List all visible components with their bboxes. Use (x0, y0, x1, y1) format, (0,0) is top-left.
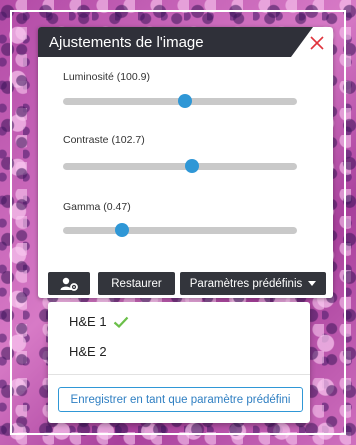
brightness-slider-thumb[interactable] (177, 94, 192, 108)
close-icon (310, 36, 324, 50)
presets-button-label: Paramètres prédéfinis (189, 277, 303, 290)
panel-header[interactable]: Ajustements de l'image (38, 27, 333, 57)
image-adjustments-panel: Ajustements de l'image Luminosité (100.9… (38, 27, 333, 298)
save-preset-label: Enregistrer en tant que paramètre prédéf… (70, 393, 291, 406)
gamma-slider-thumb[interactable] (114, 223, 129, 237)
close-button[interactable] (305, 31, 329, 55)
contrast-slider-thumb[interactable] (184, 159, 199, 173)
brightness-slider[interactable] (63, 94, 297, 108)
preset-item-label: H&E 1 (69, 314, 107, 329)
preset-item-label: H&E 2 (69, 344, 107, 359)
contrast-slider[interactable] (63, 159, 297, 173)
contrast-label: Contraste (102.7) (63, 134, 145, 146)
user-settings-button[interactable] (48, 272, 90, 295)
save-preset-button[interactable]: Enregistrer en tant que paramètre prédéf… (58, 387, 303, 412)
menu-divider (48, 374, 310, 375)
caret-down-icon (308, 281, 317, 286)
restore-button-label: Restaurer (111, 277, 162, 290)
user-gear-icon (60, 277, 78, 291)
preset-item-he1[interactable]: H&E 1 (69, 314, 129, 329)
check-icon (113, 316, 128, 328)
presets-dropdown-button[interactable]: Paramètres prédéfinis (180, 272, 326, 295)
brightness-label: Luminosité (100.9) (63, 71, 150, 83)
gamma-label: Gamma (0.47) (63, 201, 131, 213)
preset-item-he2[interactable]: H&E 2 (69, 344, 107, 359)
gamma-slider[interactable] (63, 223, 297, 237)
presets-dropdown-menu: H&E 1 H&E 2 Enregistrer en tant que para… (48, 302, 310, 423)
restore-button[interactable]: Restaurer (98, 272, 175, 295)
panel-title: Ajustements de l'image (49, 34, 204, 51)
